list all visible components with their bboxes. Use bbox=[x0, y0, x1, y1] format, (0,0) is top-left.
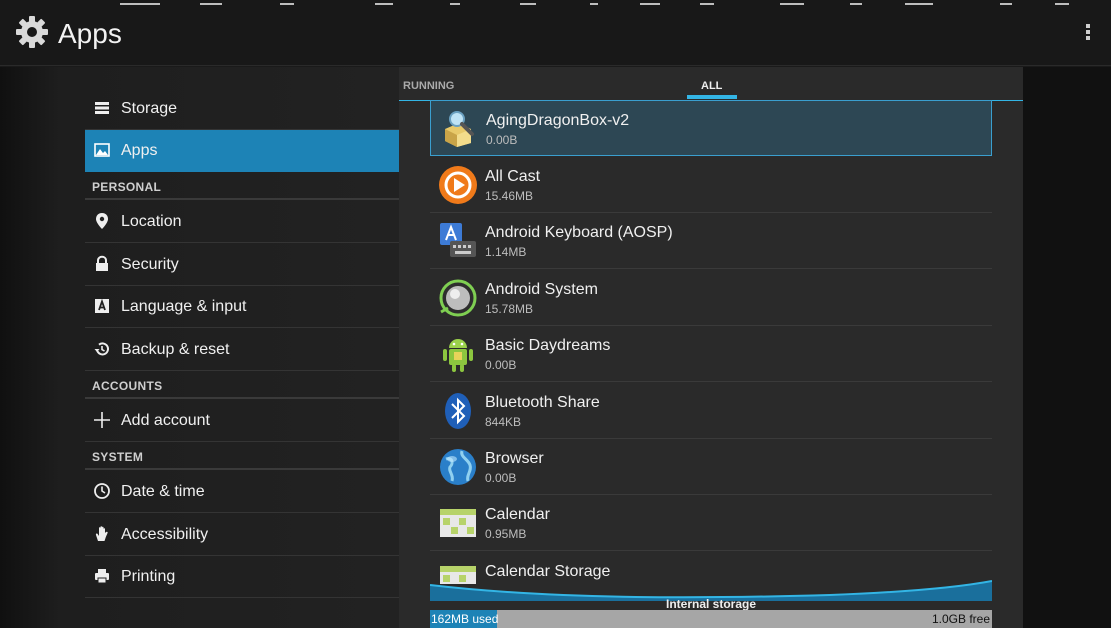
tab-all[interactable]: ALL bbox=[701, 80, 722, 92]
action-bar: Apps bbox=[0, 0, 1111, 66]
app-size: 0.00B bbox=[486, 133, 518, 147]
section-header-label: SYSTEM bbox=[92, 450, 144, 464]
sidebar-item-storage[interactable]: Storage bbox=[85, 88, 399, 130]
location-pin-icon bbox=[96, 213, 108, 229]
android-system-icon bbox=[439, 279, 477, 317]
backup-restore-icon bbox=[94, 342, 109, 356]
app-size: 844KB bbox=[485, 415, 522, 429]
app-size: 15.78MB bbox=[485, 302, 534, 316]
sidebar-item-label: Security bbox=[121, 256, 179, 273]
storage-used-text: 162MB used bbox=[431, 612, 499, 626]
app-size: 15.46MB bbox=[485, 189, 534, 203]
app-row-allcast[interactable]: All Cast 15.46MB bbox=[430, 157, 992, 213]
app-row-android-system[interactable]: Android System 15.78MB bbox=[430, 270, 992, 326]
hand-icon bbox=[95, 526, 108, 541]
section-header-system: SYSTEM bbox=[85, 442, 399, 470]
page-title: Apps bbox=[58, 18, 122, 49]
app-name: All Cast bbox=[485, 168, 541, 185]
apps-panel: RUNNING ALL AgingDragonBox-v2 0.00B All … bbox=[399, 67, 1023, 628]
sidebar-item-label: Storage bbox=[121, 100, 178, 117]
app-name: Android Keyboard (AOSP) bbox=[485, 224, 673, 241]
app-size: 0.00B bbox=[485, 358, 517, 372]
android-robot-icon bbox=[443, 339, 473, 372]
magnifier-box-icon bbox=[445, 111, 474, 147]
app-row-android-keyboard[interactable]: Android Keyboard (AOSP) 1.14MB bbox=[430, 213, 992, 269]
app-size: 0.95MB bbox=[485, 527, 527, 541]
section-header-accounts: ACCOUNTS bbox=[85, 371, 399, 399]
background-margin bbox=[1023, 67, 1111, 628]
sidebar-item-apps[interactable]: Apps bbox=[85, 130, 399, 172]
app-name: Bluetooth Share bbox=[485, 394, 600, 411]
sidebar-item-language[interactable]: Language & input bbox=[85, 286, 399, 328]
sidebar-item-security[interactable]: Security bbox=[85, 244, 399, 286]
storage-bar bbox=[430, 610, 992, 628]
globe-icon bbox=[440, 449, 476, 485]
printer-icon bbox=[95, 569, 109, 584]
app-name: AgingDragonBox-v2 bbox=[486, 112, 630, 129]
sidebar-item-printing[interactable]: Printing bbox=[85, 556, 399, 598]
app-size: 0.00B bbox=[485, 471, 517, 485]
keyboard-icon bbox=[440, 223, 476, 257]
sidebar-item-date-time[interactable]: Date & time bbox=[85, 471, 399, 513]
sidebar-item-accessibility[interactable]: Accessibility bbox=[85, 514, 399, 556]
sidebar-item-label: Date & time bbox=[121, 483, 205, 500]
app-name: Browser bbox=[485, 450, 544, 467]
sidebar-item-label: Add account bbox=[121, 412, 210, 429]
plus-icon bbox=[94, 412, 110, 428]
sidebar-item-backup[interactable]: Backup & reset bbox=[85, 329, 399, 371]
storage-free-text: 1.0GB free bbox=[931, 612, 990, 626]
clock-icon bbox=[94, 483, 110, 499]
overflow-menu-icon[interactable] bbox=[1085, 24, 1091, 44]
bluetooth-icon bbox=[445, 393, 471, 429]
status-strip bbox=[0, 0, 1111, 6]
app-name: Calendar bbox=[485, 506, 550, 523]
storage-icon bbox=[95, 102, 109, 114]
section-header-personal: PERSONAL bbox=[85, 172, 399, 200]
calendar-icon bbox=[440, 509, 476, 537]
sidebar-item-label: Backup & reset bbox=[121, 341, 230, 358]
sidebar-item-add-account[interactable]: Add account bbox=[85, 400, 399, 442]
app-row-browser[interactable]: Browser 0.00B bbox=[430, 439, 992, 495]
settings-gear-icon[interactable] bbox=[14, 14, 50, 50]
apps-icon bbox=[94, 143, 110, 157]
sidebar-item-label: Language & input bbox=[121, 298, 247, 315]
tab-running[interactable]: RUNNING bbox=[403, 80, 454, 92]
section-header-label: ACCOUNTS bbox=[92, 379, 163, 393]
app-list[interactable]: AgingDragonBox-v2 0.00B All Cast 15.46MB… bbox=[430, 100, 992, 584]
app-row-agingdragonbox[interactable]: AgingDragonBox-v2 0.00B bbox=[430, 100, 992, 156]
sidebar-item-label: Apps bbox=[121, 142, 158, 159]
app-row-basic-daydreams[interactable]: Basic Daydreams 0.00B bbox=[430, 326, 992, 382]
app-row-calendar[interactable]: Calendar 0.95MB bbox=[430, 495, 992, 551]
tab-bar: RUNNING ALL bbox=[399, 67, 1023, 101]
sidebar-item-location[interactable]: Location bbox=[85, 201, 399, 243]
app-name: Android System bbox=[485, 281, 598, 298]
tab-indicator bbox=[687, 95, 737, 99]
sidebar-item-label: Location bbox=[121, 213, 182, 230]
settings-sidebar: Storage Apps PERSONAL Location Security … bbox=[0, 67, 399, 628]
storage-summary: Internal storage 162MB used 1.0GB free bbox=[430, 577, 992, 628]
lock-icon bbox=[96, 255, 108, 271]
allcast-icon bbox=[439, 166, 477, 204]
storage-label: Internal storage bbox=[665, 597, 757, 611]
app-size: 1.14MB bbox=[485, 245, 527, 259]
app-name: Basic Daydreams bbox=[485, 337, 611, 354]
app-row-bluetooth-share[interactable]: Bluetooth Share 844KB bbox=[430, 383, 992, 439]
sidebar-item-label: Printing bbox=[121, 568, 176, 585]
section-header-label: PERSONAL bbox=[92, 180, 162, 194]
sidebar-item-label: Accessibility bbox=[121, 526, 209, 543]
language-icon bbox=[95, 298, 109, 313]
